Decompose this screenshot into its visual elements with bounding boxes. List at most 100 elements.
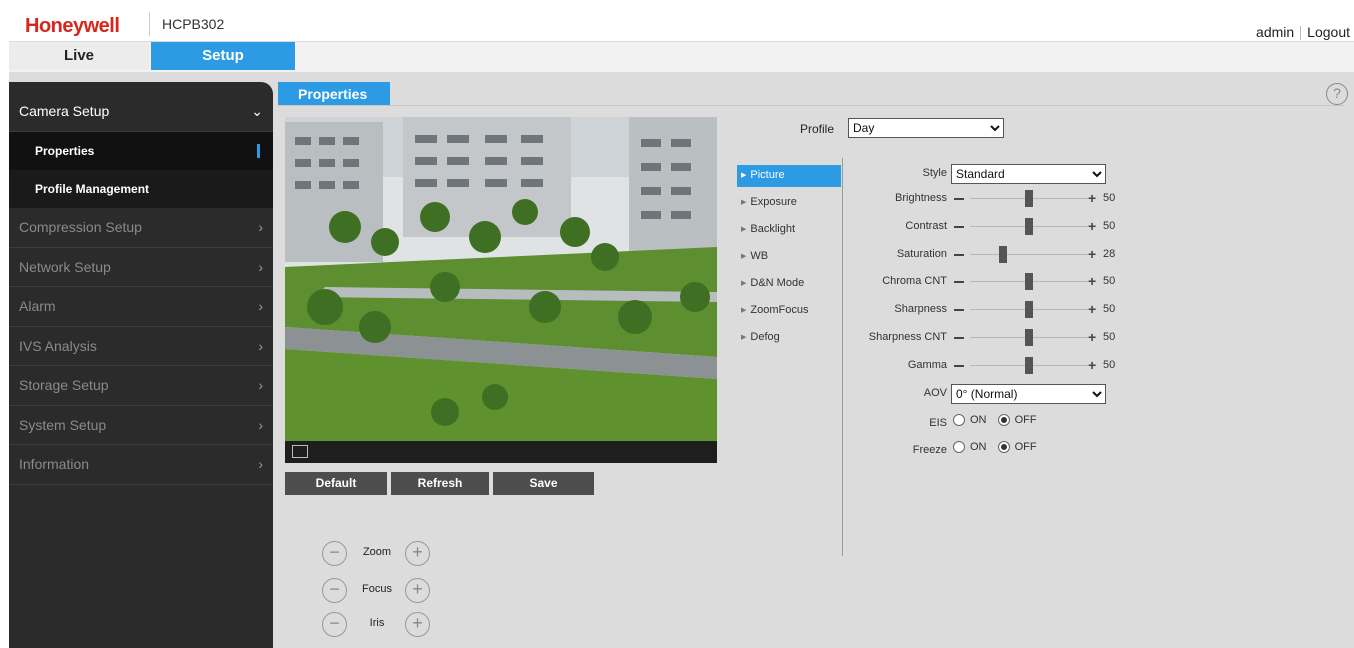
minus-icon[interactable] xyxy=(954,337,964,339)
sidebar-item-network-setup[interactable]: Network Setup › xyxy=(9,248,273,287)
minus-icon[interactable] xyxy=(954,253,964,256)
subnav-zoomfocus[interactable]: ▶ ZoomFocus xyxy=(737,300,841,327)
freeze-label: Freeze xyxy=(912,444,947,456)
brand-row: Honeywell HCPB302 admin Logout xyxy=(9,8,1354,42)
freeze-on-radio[interactable] xyxy=(953,441,965,454)
sidebar-item-alarm[interactable]: Alarm › xyxy=(9,287,273,327)
plus-icon[interactable]: + xyxy=(1088,190,1096,206)
focus-minus-button[interactable]: − xyxy=(322,578,347,603)
iris-label: Iris xyxy=(369,617,385,629)
zoom-out-button[interactable]: − xyxy=(322,541,347,566)
eis-off-radio[interactable] xyxy=(997,414,1010,427)
eis-on-radio[interactable] xyxy=(953,414,965,427)
subnav-picture[interactable]: ▶ Picture xyxy=(737,165,841,187)
slider-row: Contrast +50 xyxy=(850,217,1130,237)
slider-value: 50 xyxy=(1103,275,1116,288)
video-toolbar xyxy=(285,441,717,463)
radio-label: OFF xyxy=(1014,441,1037,454)
sidebar: Camera Setup ⌄ Properties Profile Manage… xyxy=(9,82,273,648)
triangle-right-icon: ▶ xyxy=(741,334,747,341)
style-select[interactable]: Standard xyxy=(951,164,1106,184)
profile-select[interactable]: Day xyxy=(848,118,1004,138)
slider-label: Saturation xyxy=(896,247,947,260)
minus-icon[interactable] xyxy=(954,309,964,312)
minus-icon[interactable] xyxy=(954,198,964,200)
sidebar-item-label: Network Setup xyxy=(19,258,111,275)
sidebar-item-ivs-analysis[interactable]: IVS Analysis › xyxy=(9,327,273,366)
plus-icon[interactable]: + xyxy=(1088,218,1096,234)
minus-icon[interactable] xyxy=(954,364,964,367)
subnav-label: Backlight xyxy=(750,223,796,235)
top-bar: Honeywell HCPB302 admin Logout Live Setup xyxy=(9,8,1354,72)
radio-label: ON xyxy=(970,414,987,427)
plus-icon[interactable]: + xyxy=(1088,357,1096,373)
default-button[interactable]: Default xyxy=(285,472,387,495)
minus-icon[interactable] xyxy=(954,281,964,284)
zoom-control: − Zoom + xyxy=(322,541,442,567)
sidebar-item-label: Information xyxy=(19,456,90,472)
freeze-off-radio[interactable] xyxy=(997,441,1010,454)
subnav-label: Exposure xyxy=(750,196,797,208)
freeze-radio-group: ON OFF xyxy=(953,441,1045,459)
slider-thumb[interactable] xyxy=(1025,273,1033,291)
slider-thumb[interactable] xyxy=(1025,301,1033,319)
slider-value: 50 xyxy=(1103,219,1116,232)
focus-plus-button[interactable]: + xyxy=(405,578,430,603)
slider-row: Sharpness +50 xyxy=(850,300,1130,320)
style-label: Style xyxy=(922,167,947,179)
slider-value: 50 xyxy=(1103,192,1116,204)
sidebar-subitem-properties[interactable]: Properties xyxy=(9,132,273,170)
fit-screen-icon[interactable] xyxy=(292,445,308,458)
iris-minus-button[interactable]: − xyxy=(322,612,347,637)
sidebar-item-storage-setup[interactable]: Storage Setup › xyxy=(9,366,273,406)
zoom-label: Zoom xyxy=(362,546,392,558)
subnav-defog[interactable]: ▶ Defog xyxy=(737,327,841,354)
subnav-label: D&N Mode xyxy=(750,277,805,289)
subnav-label: ZoomFocus xyxy=(750,304,809,316)
sidebar-item-camera-setup[interactable]: Camera Setup ⌄ xyxy=(9,82,273,132)
slider-thumb[interactable] xyxy=(1025,329,1033,346)
slider-value: 28 xyxy=(1103,247,1116,260)
subnav-label: Picture xyxy=(750,169,785,181)
save-button[interactable]: Save xyxy=(493,472,594,495)
subnav-dn-mode[interactable]: ▶ D&N Mode xyxy=(737,273,841,300)
tab-setup[interactable]: Setup xyxy=(151,42,295,70)
eis-label: EIS xyxy=(929,417,947,429)
sidebar-item-system-setup[interactable]: System Setup › xyxy=(9,406,273,445)
logout-link[interactable]: Logout xyxy=(1303,24,1354,40)
eis-radio-group: ON OFF xyxy=(953,414,1045,432)
zoom-in-button[interactable]: + xyxy=(405,541,430,566)
chevron-right-icon: › xyxy=(258,456,263,472)
help-icon[interactable]: ? xyxy=(1326,83,1348,105)
plus-icon[interactable]: + xyxy=(1088,329,1096,345)
aov-select[interactable]: 0° (Normal) xyxy=(951,384,1106,404)
minus-icon[interactable] xyxy=(954,225,964,228)
iris-plus-button[interactable]: + xyxy=(405,612,430,637)
sidebar-subitem-profile-management[interactable]: Profile Management xyxy=(9,170,273,208)
slider-thumb[interactable] xyxy=(999,245,1008,263)
plus-icon[interactable]: + xyxy=(1088,273,1096,289)
subnav-backlight[interactable]: ▶ Backlight xyxy=(737,219,841,246)
plus-icon[interactable]: + xyxy=(1088,246,1096,262)
plus-icon[interactable]: + xyxy=(1088,301,1096,317)
subnav-exposure[interactable]: ▶ Exposure xyxy=(737,192,841,219)
triangle-right-icon: ▶ xyxy=(741,307,747,314)
sidebar-item-label: Storage Setup xyxy=(19,377,109,393)
refresh-button[interactable]: Refresh xyxy=(391,472,489,495)
triangle-right-icon: ▶ xyxy=(741,253,747,260)
tab-live[interactable]: Live xyxy=(9,42,149,70)
slider-label: Sharpness CNT xyxy=(868,331,947,343)
slider-thumb[interactable] xyxy=(1025,356,1033,374)
divider xyxy=(278,105,1344,106)
subnav-wb[interactable]: ▶ WB xyxy=(737,246,841,273)
slider-thumb[interactable] xyxy=(1025,190,1033,207)
device-model: HCPB302 xyxy=(149,12,224,36)
honeywell-logo: Honeywell xyxy=(25,15,120,37)
sidebar-item-information[interactable]: Information › xyxy=(9,445,273,485)
slider-thumb[interactable] xyxy=(1025,217,1033,235)
slider-track[interactable] xyxy=(970,253,1088,255)
sidebar-item-compression-setup[interactable]: Compression Setup › xyxy=(9,208,273,248)
triangle-right-icon: ▶ xyxy=(741,280,747,287)
focus-control: − Focus + xyxy=(322,578,442,604)
properties-tab[interactable]: Properties xyxy=(278,82,390,106)
